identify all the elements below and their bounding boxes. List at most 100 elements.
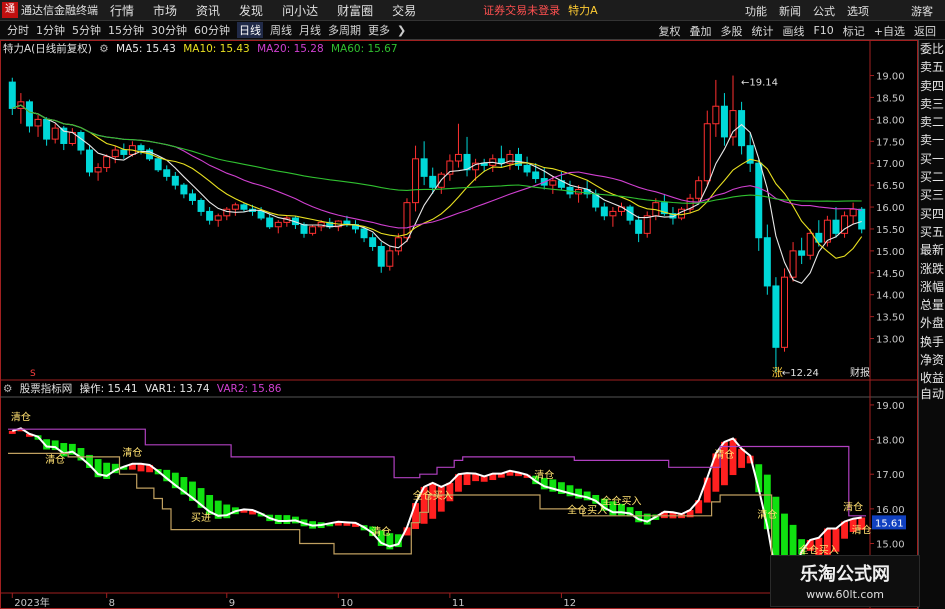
toolbar-back-button[interactable]: 返回 xyxy=(914,23,936,39)
side-item-buy1[interactable]: 买一 xyxy=(919,150,945,168)
side-item-outer[interactable]: 外盘 xyxy=(919,314,945,332)
side-item-sell4[interactable]: 卖四 xyxy=(919,77,945,95)
guest-user-button[interactable]: 游客 xyxy=(911,3,933,19)
price-axis-label: 17.00 xyxy=(876,159,905,170)
candle-body xyxy=(369,237,377,247)
side-item-buy2[interactable]: 买二 xyxy=(919,168,945,186)
candle-body xyxy=(858,208,866,230)
side-item-latest[interactable]: 最新 xyxy=(919,241,945,259)
main-chart-legend: 特力A(日线前复权) ⚙ MA5: 15.43 MA10: 15.43 MA20… xyxy=(3,41,402,57)
period-monthly[interactable]: 月线 xyxy=(299,22,321,38)
sub-current-value: 15.61 xyxy=(875,518,904,529)
price-axis-label: 15.50 xyxy=(876,225,905,236)
low-price-annotation: ←12.24 xyxy=(782,368,819,379)
menu-item-wealth[interactable]: 财富圈 xyxy=(337,2,373,19)
green-band-bar xyxy=(283,515,291,524)
menu-item-ask[interactable]: 问小达 xyxy=(282,2,318,19)
app-title: 通达信金融终端 xyxy=(21,4,98,17)
side-item-turnover[interactable]: 换手 xyxy=(919,333,945,351)
sub-axis-label: 15.00 xyxy=(876,540,905,551)
side-auto-button[interactable]: 自动 xyxy=(919,385,945,402)
side-item-weibi[interactable]: 委比 xyxy=(919,40,945,58)
period-15min[interactable]: 15分钟 xyxy=(108,22,144,38)
candle-body xyxy=(849,208,857,217)
menu-item-function[interactable]: 功能 xyxy=(745,3,767,19)
period-more[interactable]: 更多 xyxy=(368,22,390,38)
side-item-sell2[interactable]: 卖二 xyxy=(919,113,945,131)
menu-item-news-right[interactable]: 新闻 xyxy=(779,3,801,19)
legend-var1: VAR1: 13.74 xyxy=(144,383,210,395)
toolbar-mark-button[interactable]: 标记 xyxy=(843,23,865,39)
side-item-change-pct[interactable]: 涨幅 xyxy=(919,278,945,296)
candle-body xyxy=(643,215,651,234)
side-item-buy3[interactable]: 买三 xyxy=(919,186,945,204)
side-item-sell3[interactable]: 卖三 xyxy=(919,95,945,113)
candle-body xyxy=(77,132,85,151)
candle-body xyxy=(497,158,505,164)
toolbar-adjust-button[interactable]: 复权 xyxy=(658,23,680,39)
limit-up-marker: 涨 xyxy=(772,366,783,379)
menu-item-market[interactable]: 行情 xyxy=(110,2,134,19)
period-weekly[interactable]: 周线 xyxy=(270,22,292,38)
candle-body xyxy=(772,285,780,348)
legend-ma60: MA60: 15.67 xyxy=(330,43,398,55)
candle-body xyxy=(274,221,282,228)
toolbar-stats-button[interactable]: 统计 xyxy=(751,23,773,39)
candle-body xyxy=(532,171,540,180)
candle-body xyxy=(549,180,557,186)
period-5min[interactable]: 5分钟 xyxy=(72,22,101,38)
candle-body xyxy=(188,193,196,201)
candle-body xyxy=(257,210,265,219)
candle-body xyxy=(214,215,222,221)
candle-body xyxy=(206,210,214,221)
menu-item-trade[interactable]: 交易 xyxy=(392,2,416,19)
green-band-bar xyxy=(575,488,583,499)
trade-login-notice[interactable]: 证券交易未登录 xyxy=(483,2,560,18)
menu-item-options[interactable]: 选项 xyxy=(847,3,869,19)
toolbar-overlay-button[interactable]: 叠加 xyxy=(689,23,711,39)
candle-body xyxy=(300,224,308,234)
side-item-volume[interactable]: 总量 xyxy=(919,296,945,314)
toolbar-addwatch-button[interactable]: +自选 xyxy=(874,23,905,39)
time-axis-label: 10 xyxy=(340,598,353,609)
period-30min[interactable]: 30分钟 xyxy=(151,22,187,38)
candle-body xyxy=(171,175,179,186)
side-item-netasset[interactable]: 净资 xyxy=(919,351,945,369)
watermark-title: 乐淘公式网 xyxy=(800,564,890,585)
candle-body xyxy=(806,232,814,256)
signal-label: 全仓买入 xyxy=(601,494,641,507)
legend-operate: 操作: 15.41 xyxy=(79,383,138,395)
side-item-buy4[interactable]: 买四 xyxy=(919,205,945,223)
chevron-right-icon[interactable]: ❯ xyxy=(397,24,406,37)
chart-area[interactable]: 19.00 18.50 18.00 17.50 17.00 16.50 16.00 15.50… xyxy=(0,40,918,609)
menu-item-discover[interactable]: 发现 xyxy=(239,2,263,19)
gear-icon[interactable]: ⚙ xyxy=(3,383,12,395)
period-1min[interactable]: 1分钟 xyxy=(36,22,65,38)
price-axis-label: 13.50 xyxy=(876,313,905,324)
period-toolbar: 分时 1分钟 5分钟 15分钟 30分钟 60分钟 日线 周线 月线 多周期 更… xyxy=(0,21,945,40)
side-item-buy5[interactable]: 买五 xyxy=(919,223,945,241)
sub-chart-legend: ⚙ 股票指标网 操作: 15.41 VAR1: 13.74 VAR2: 15.8… xyxy=(3,381,285,397)
period-multi[interactable]: 多周期 xyxy=(328,22,361,38)
menu-item-news[interactable]: 资讯 xyxy=(196,2,220,19)
period-intraday[interactable]: 分时 xyxy=(7,22,29,38)
toolbar-multistock-button[interactable]: 多股 xyxy=(720,23,742,39)
candle-body xyxy=(695,180,703,199)
toolbar-f10-button[interactable]: F10 xyxy=(813,24,833,37)
candle-body xyxy=(703,123,711,182)
menu-item-market2[interactable]: 市场 xyxy=(153,2,177,19)
signal-label: 清仓 xyxy=(534,468,554,481)
side-item-sell5[interactable]: 卖五 xyxy=(919,58,945,76)
period-60min[interactable]: 60分钟 xyxy=(194,22,230,38)
candle-body xyxy=(720,105,728,138)
gear-icon[interactable]: ⚙ xyxy=(99,43,108,55)
toolbar-draw-button[interactable]: 画线 xyxy=(782,23,804,39)
period-daily[interactable]: 日线 xyxy=(237,22,263,38)
side-item-change[interactable]: 涨跌 xyxy=(919,260,945,278)
candle-body xyxy=(463,153,471,171)
candle-body xyxy=(600,206,608,217)
financial-report-marker: 财报 xyxy=(850,366,870,379)
candle-body xyxy=(798,250,806,256)
menu-item-formula[interactable]: 公式 xyxy=(813,3,835,19)
side-item-sell1[interactable]: 卖一 xyxy=(919,131,945,149)
